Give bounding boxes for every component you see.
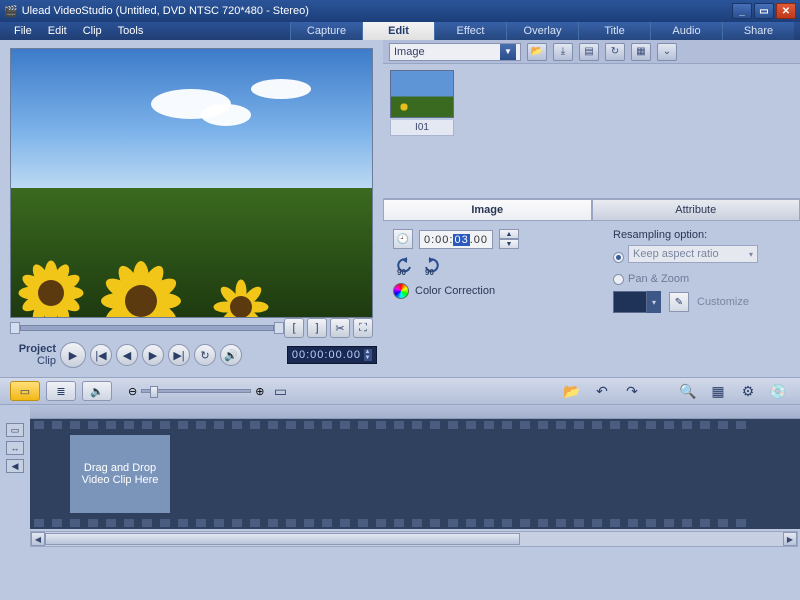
volume-button[interactable]: 🔊 [220, 344, 242, 366]
timeline: ▭ ↔ ◀ Drag and Drop Video Clip Here ◀ ▶ [0, 405, 800, 547]
end-button[interactable]: ▶| [168, 344, 190, 366]
scroll-thumb[interactable] [45, 533, 520, 545]
storyboard-strip[interactable]: Drag and Drop Video Clip Here [30, 419, 800, 529]
tab-effect[interactable]: Effect [434, 22, 506, 40]
fit-project-icon[interactable]: ▭ [268, 380, 292, 402]
duration-field[interactable]: 0:00:03.00 [419, 230, 493, 249]
sort-icon[interactable]: ▤ [579, 43, 599, 61]
color-wheel-icon [393, 283, 409, 299]
library-category-select[interactable]: Image▼ [389, 43, 521, 61]
radio-keep-aspect[interactable]: Keep aspect ratio▾ [613, 245, 790, 269]
options-tab-attribute[interactable]: Attribute [592, 199, 800, 221]
smart-proxy-icon[interactable]: 🔍 [676, 380, 700, 402]
transport-controls: Project Clip ▶ |◀ ◀ ▶ ▶| ↻ 🔊 00:00:00.00… [10, 342, 377, 368]
mark-in-handle[interactable] [10, 322, 20, 334]
minimize-button[interactable]: _ [732, 3, 752, 19]
library-toolbar: Image▼ 📂 ⤓ ▤ ↻ ▦ ⌄ [383, 40, 800, 64]
customize-icon[interactable]: ✎ [669, 292, 689, 312]
undo-icon[interactable]: ↶ [590, 380, 614, 402]
app-icon: 🎬 [4, 5, 18, 18]
thumbnail-i01[interactable]: I01 [387, 68, 457, 194]
zoom-slider[interactable] [141, 389, 251, 393]
color-correction-button[interactable]: Color Correction [393, 283, 593, 299]
tab-share[interactable]: Share [722, 22, 794, 40]
audio-view-button[interactable]: 🔈 [82, 381, 112, 401]
tab-overlay[interactable]: Overlay [506, 22, 578, 40]
menu-tools[interactable]: Tools [110, 25, 152, 37]
home-button[interactable]: |◀ [90, 344, 112, 366]
zoom-control: ⊖ ⊕ ▭ [128, 380, 292, 402]
menu-file[interactable]: File [6, 25, 40, 37]
storyboard-view-button[interactable]: ▭ [10, 381, 40, 401]
overlay-track-header[interactable]: ↔ [6, 441, 24, 455]
tab-capture[interactable]: Capture [290, 22, 362, 40]
next-frame-button[interactable]: ▶ [142, 344, 164, 366]
mark-out-handle[interactable] [274, 322, 284, 334]
scroll-left-arrow[interactable]: ◀ [31, 532, 45, 546]
panzoom-preset-swatch[interactable] [613, 291, 647, 313]
tool-b-icon[interactable]: 💿 [766, 380, 790, 402]
mode-project-label[interactable]: Project [10, 343, 56, 355]
duration-up[interactable]: ▲ [499, 229, 519, 239]
scroll-left[interactable]: ◀ [6, 459, 24, 473]
prev-frame-button[interactable]: ◀ [116, 344, 138, 366]
batch-convert-icon[interactable]: ▦ [706, 380, 730, 402]
expand-icon[interactable]: ⌄ [657, 43, 677, 61]
repeat-button[interactable]: ↻ [194, 344, 216, 366]
zoom-in-icon[interactable]: ⊕ [255, 385, 264, 398]
timeline-scrollbar[interactable]: ◀ ▶ [30, 531, 798, 547]
step-tabs: Capture Edit Effect Overlay Title Audio … [151, 22, 794, 40]
menu-edit[interactable]: Edit [40, 25, 75, 37]
mode-clip-label[interactable]: Clip [10, 355, 56, 367]
play-button[interactable]: ▶ [60, 342, 86, 368]
zoom-out-icon[interactable]: ⊖ [128, 385, 137, 398]
insert-media-icon[interactable]: 📂 [560, 380, 584, 402]
tool-a-icon[interactable]: ⚙ [736, 380, 760, 402]
rotate-left-button[interactable]: 90 [393, 257, 415, 275]
open-folder-icon[interactable]: 📂 [527, 43, 547, 61]
duration-icon: 🕘 [393, 229, 413, 249]
timeline-toolbar: ▭ ≣ 🔈 ⊖ ⊕ ▭ 📂 ↶ ↷ 🔍 ▦ ⚙ 💿 [0, 377, 800, 405]
timecode-down[interactable]: ▼ [364, 355, 372, 361]
refresh-icon[interactable]: ↻ [605, 43, 625, 61]
timecode-display[interactable]: 00:00:00.00 ▲▼ [287, 346, 377, 364]
trim-bar[interactable]: [ ] ✂ ⛶ [10, 322, 377, 334]
duration-down[interactable]: ▼ [499, 239, 519, 249]
load-media-icon[interactable]: ⤓ [553, 43, 573, 61]
menu-clip[interactable]: Clip [75, 25, 110, 37]
enlarge-button[interactable]: ⛶ [353, 318, 373, 338]
radio-pan-zoom[interactable]: Pan & Zoom [613, 273, 790, 285]
redo-icon[interactable]: ↷ [620, 380, 644, 402]
tab-edit[interactable]: Edit [362, 22, 434, 40]
library-and-options: Image▼ 📂 ⤓ ▤ ↻ ▦ ⌄ I01 Image Attribute [383, 40, 800, 377]
panzoom-preset-dropdown[interactable]: ▾ [647, 291, 661, 313]
maximize-button[interactable]: ▭ [754, 3, 774, 19]
tab-title[interactable]: Title [578, 22, 650, 40]
manager-icon[interactable]: ▦ [631, 43, 651, 61]
timeline-view-button[interactable]: ≣ [46, 381, 76, 401]
keep-aspect-combo[interactable]: Keep aspect ratio▾ [628, 245, 758, 263]
window-title: Ulead VideoStudio (Untitled, DVD NTSC 72… [18, 5, 732, 17]
scroll-right-arrow[interactable]: ▶ [783, 532, 797, 546]
options-tab-image[interactable]: Image [383, 199, 592, 221]
mark-out-button[interactable]: ] [307, 318, 327, 338]
mark-in-button[interactable]: [ [284, 318, 304, 338]
library-thumbnails: I01 [383, 64, 800, 198]
options-panel: Image Attribute 🕘 0:00:03.00 ▲ ▼ 90 [383, 198, 800, 321]
track-headers: ▭ ↔ ◀ [0, 419, 30, 529]
resampling-label: Resampling option: [613, 229, 790, 241]
preview-monitor[interactable] [10, 48, 373, 318]
preview-pane: [ ] ✂ ⛶ Project Clip ▶ |◀ ◀ ▶ ▶| ↻ 🔊 00:… [0, 40, 383, 377]
video-track-header[interactable]: ▭ [6, 423, 24, 437]
customize-label[interactable]: Customize [697, 296, 749, 308]
menubar: File Edit Clip Tools Capture Edit Effect… [0, 22, 800, 40]
split-button[interactable]: ✂ [330, 318, 350, 338]
timeline-ruler[interactable] [30, 405, 800, 419]
titlebar: 🎬 Ulead VideoStudio (Untitled, DVD NTSC … [0, 0, 800, 22]
tab-audio[interactable]: Audio [650, 22, 722, 40]
drop-clip-placeholder[interactable]: Drag and Drop Video Clip Here [70, 435, 170, 513]
rotate-right-button[interactable]: 90 [421, 257, 443, 275]
close-button[interactable]: ✕ [776, 3, 796, 19]
